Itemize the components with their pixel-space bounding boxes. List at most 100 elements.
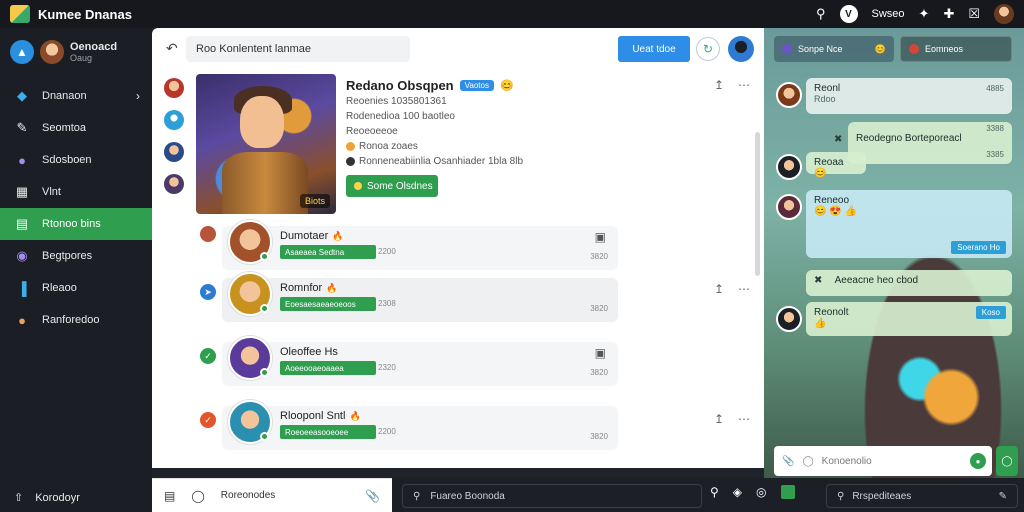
sheet-icon[interactable] xyxy=(780,485,795,499)
refresh-icon[interactable]: ↻ xyxy=(696,37,720,61)
rail-avatar-3[interactable] xyxy=(164,142,184,162)
sidebar-item-stats[interactable]: ▐ Rleaoo xyxy=(0,272,152,304)
account-icon[interactable]: V xyxy=(839,5,858,23)
archive-icon[interactable]: ▣ xyxy=(595,346,606,360)
chat-bubble-icon[interactable]: ◯ xyxy=(191,489,204,503)
attach-icon[interactable]: 📎 xyxy=(365,489,380,503)
row-meta: 2200 xyxy=(378,247,396,256)
pin-icon: ✖ xyxy=(814,275,823,286)
detail-action-button[interactable]: Some Olsdnes xyxy=(346,175,438,197)
circle-icon: ◉ xyxy=(16,248,28,263)
list-item[interactable]: Dumotaer 🔥 Asaeaea Sedtna 2200 ▣ 3820 xyxy=(222,220,618,270)
sidebar-header: ▲ Oenoacd Oaug xyxy=(0,28,152,76)
attach-icon[interactable]: 📎 xyxy=(782,456,794,467)
avatar[interactable] xyxy=(776,306,802,332)
hero-armor xyxy=(222,152,308,214)
bottom-left-label[interactable]: Roreonodes xyxy=(221,490,275,501)
share-icon[interactable]: ↥ xyxy=(714,78,724,92)
row-name: Rlooponl Sntl 🔥 xyxy=(280,410,361,422)
sidebar-item-label: Ranforedoo xyxy=(42,314,100,326)
search-icon[interactable]: ⚲ xyxy=(816,6,826,22)
sidebar-item-reports[interactable]: ◉ Begtpores xyxy=(0,240,152,272)
sidebar-footer-label: Korodoyr xyxy=(35,491,80,504)
clock-icon xyxy=(346,156,355,166)
rail-avatar-1[interactable] xyxy=(164,78,184,98)
scrollbar[interactable] xyxy=(755,132,760,276)
emoji-icon: 👍 xyxy=(814,318,827,329)
chat-tab-label: Eomneos xyxy=(925,44,964,54)
share-icon[interactable]: ↥ xyxy=(714,282,724,296)
profile-avatar[interactable] xyxy=(40,40,64,64)
user-avatar[interactable] xyxy=(994,4,1014,24)
avatar[interactable] xyxy=(776,154,802,180)
library-icon[interactable]: ▤ xyxy=(164,489,175,503)
more-icon[interactable]: ⋯ xyxy=(738,282,750,296)
chat-tab-b[interactable]: Eomneos xyxy=(900,36,1012,62)
sidebar-logo-icon[interactable]: ▲ xyxy=(10,40,34,64)
more-icon[interactable]: ⋯ xyxy=(738,412,750,426)
emoji-icon: 🔥 xyxy=(332,230,344,241)
row-name-text: Romnfor xyxy=(280,282,323,294)
avatar[interactable] xyxy=(776,194,802,220)
sidebar-item-active[interactable]: ▤ Rtonoo bins xyxy=(0,208,152,240)
card-actions: ↥ ⋯ xyxy=(714,412,750,426)
main-panel: ↶ Roo Konlentent lanmae Ueat tdoe ↻ Biot… xyxy=(152,28,764,468)
chat-input-placeholder: Konoenolio xyxy=(821,455,872,467)
sidebar-item-players[interactable]: ● Ranforedoo xyxy=(0,304,152,336)
primary-button[interactable]: Ueat tdoe xyxy=(618,36,690,62)
row-time: 3820 xyxy=(590,432,608,441)
plus-icon[interactable]: ✚ xyxy=(943,6,954,22)
hero-image[interactable]: Biots xyxy=(196,74,336,214)
bottom-right-search[interactable]: ⚲ Rrspediteaes ✎ xyxy=(826,484,1018,508)
chat-tab-a[interactable]: Sonpe Nce 😊 xyxy=(774,36,894,62)
row-meta: 2200 xyxy=(378,427,396,436)
row-name: Oleoffee Hs xyxy=(280,346,338,358)
hero-avatar[interactable] xyxy=(728,36,754,62)
sidebar-item-label: Sdosboen xyxy=(42,154,92,166)
check-icon[interactable]: ✓ xyxy=(200,348,216,364)
back-icon[interactable]: ↶ xyxy=(166,40,178,57)
close-box-icon[interactable]: ☒ xyxy=(968,6,980,22)
share-icon[interactable]: ↥ xyxy=(714,412,724,426)
search-input[interactable]: Roo Konlentent lanmae xyxy=(186,36,410,62)
message-chip[interactable]: Koso xyxy=(975,306,1006,319)
message-chip[interactable]: Soerano Ho xyxy=(951,241,1006,254)
avatar[interactable] xyxy=(776,82,802,108)
emoji-button-icon[interactable]: ● xyxy=(970,453,986,469)
shield-icon[interactable]: ◈ xyxy=(733,485,742,499)
sidebar-item-edit[interactable]: ✎ Seomtoa xyxy=(0,112,152,144)
send-icon[interactable]: ➤ xyxy=(200,284,216,300)
avatar-icon: ● xyxy=(18,152,26,168)
sidebar-nav: ◆ Dnanaon › ✎ Seomtoa ● Sdosboen ▦ Vlnt … xyxy=(0,80,152,336)
mascot-icon[interactable]: ✦ xyxy=(919,6,930,22)
bookmark-icon: ▦ xyxy=(15,184,29,199)
row-meta: 2308 xyxy=(378,299,396,308)
chat-input[interactable]: 📎 ◯ Konoenolio ● xyxy=(774,446,992,476)
top-bar: Kumee Dnanas ⚲ V Swseo ✦ ✚ ☒ xyxy=(0,0,1024,28)
sidebar-item-saved[interactable]: ▦ Vlnt xyxy=(0,176,152,208)
archive-icon[interactable]: ▣ xyxy=(595,230,606,244)
compass-icon[interactable]: ◎ xyxy=(756,485,766,499)
bottom-search-input[interactable]: ⚲ Fuareo Boonoda xyxy=(402,484,702,508)
list-item[interactable]: Romnfor 🔥 Eoesaesaeaeoeoos 2308 3820 xyxy=(222,272,618,322)
rail-avatar-row-1[interactable] xyxy=(200,226,216,242)
row-badge: Eoesaesaeaeoeoos xyxy=(280,297,376,311)
more-icon[interactable]: ⋯ xyxy=(738,78,750,92)
sidebar-footer[interactable]: ⇧ Korodoyr xyxy=(14,491,80,505)
emoji-icon: 🔥 xyxy=(349,410,361,421)
send-button[interactable]: ◯ xyxy=(996,446,1018,476)
user-label[interactable]: Swseo xyxy=(872,8,905,20)
sidebar-item-profiles[interactable]: ● Sdosboen xyxy=(0,144,152,176)
alert-icon[interactable]: ✓ xyxy=(200,412,216,428)
detail-line: Ronoa zoaes xyxy=(346,139,666,154)
detail-action-label: Some Olsdnes xyxy=(367,180,433,192)
message-time: 4885 xyxy=(986,84,1004,93)
list-item[interactable]: Rlooponl Sntl 🔥 Roeoeeasooeoee 2200 3820 xyxy=(222,400,618,450)
search-icon[interactable]: ⚲ xyxy=(710,485,719,499)
sidebar-item-dashboard[interactable]: ◆ Dnanaon › xyxy=(0,80,152,112)
bottom-left-panel: ▤ ◯ Roreonodes 📎 xyxy=(152,478,392,512)
row-badge: Asaeaea Sedtna xyxy=(280,245,376,259)
rail-avatar-4[interactable] xyxy=(164,174,184,194)
list-item[interactable]: Oleoffee Hs Aoeeooaeoaaea 2320 ▣ 3820 xyxy=(222,336,618,386)
rail-avatar-2[interactable] xyxy=(164,110,184,130)
